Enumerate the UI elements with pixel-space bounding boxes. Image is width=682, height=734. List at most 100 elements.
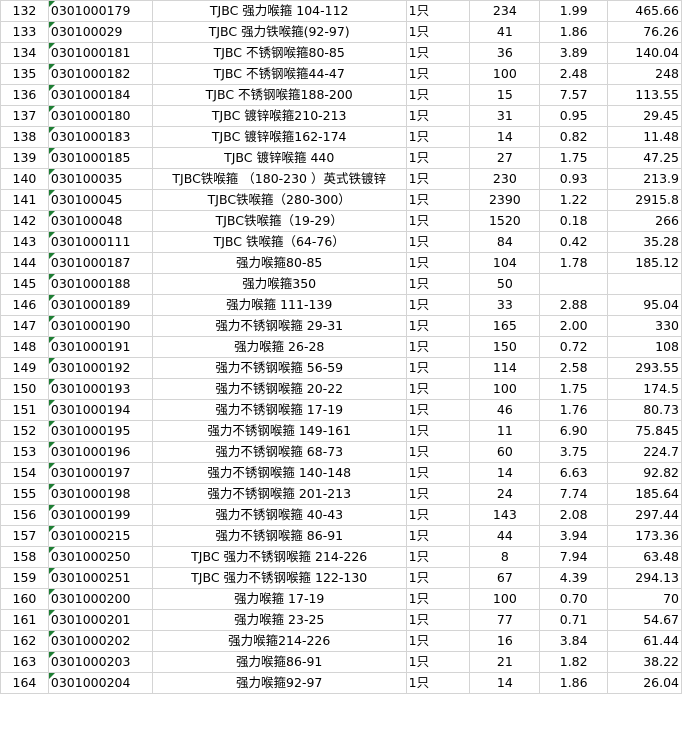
quantity-cell[interactable]: 14 (469, 126, 541, 148)
amount-cell[interactable]: 297.44 (607, 504, 682, 526)
item-name-cell[interactable]: TJBC 不锈钢喉箍44-47 (151, 63, 407, 85)
quantity-cell[interactable]: 31 (469, 105, 541, 127)
item-code-cell[interactable]: 0301000179 (47, 0, 153, 22)
quantity-cell[interactable]: 100 (469, 63, 541, 85)
amount-cell[interactable]: 61.44 (607, 630, 682, 652)
unit-price-cell[interactable]: 2.08 (539, 504, 609, 526)
unit-price-cell[interactable]: 3.89 (539, 42, 609, 64)
item-name-cell[interactable]: TJBC 强力不锈钢喉箍 214-226 (151, 546, 407, 568)
item-code-cell[interactable]: 0301000198 (47, 483, 153, 505)
unit-cell[interactable]: 1只 (405, 609, 471, 631)
row-number-cell[interactable]: 162 (0, 630, 49, 652)
unit-price-cell[interactable]: 1.99 (539, 0, 609, 22)
row-number-cell[interactable]: 133 (0, 21, 49, 43)
unit-cell[interactable]: 1只 (405, 483, 471, 505)
row-number-cell[interactable]: 150 (0, 378, 49, 400)
item-name-cell[interactable]: 强力不锈钢喉箍 40-43 (151, 504, 407, 526)
item-code-cell[interactable]: 0301000200 (47, 588, 153, 610)
unit-cell[interactable]: 1只 (405, 168, 471, 190)
item-name-cell[interactable]: 强力喉箍 23-25 (151, 609, 407, 631)
unit-price-cell[interactable]: 1.82 (539, 651, 609, 673)
row-number-cell[interactable]: 158 (0, 546, 49, 568)
amount-cell[interactable]: 11.48 (607, 126, 682, 148)
item-name-cell[interactable]: 强力不锈钢喉箍 56-59 (151, 357, 407, 379)
unit-price-cell[interactable]: 0.72 (539, 336, 609, 358)
item-code-cell[interactable]: 0301000250 (47, 546, 153, 568)
item-code-cell[interactable]: 0301000185 (47, 147, 153, 169)
amount-cell[interactable]: 29.45 (607, 105, 682, 127)
quantity-cell[interactable]: 77 (469, 609, 541, 631)
row-number-cell[interactable]: 139 (0, 147, 49, 169)
unit-cell[interactable]: 1只 (405, 378, 471, 400)
amount-cell[interactable]: 80.73 (607, 399, 682, 421)
item-code-cell[interactable]: 0301000195 (47, 420, 153, 442)
unit-price-cell[interactable]: 3.94 (539, 525, 609, 547)
row-number-cell[interactable]: 144 (0, 252, 49, 274)
item-name-cell[interactable]: TJBC 镀锌喉箍210-213 (151, 105, 407, 127)
quantity-cell[interactable]: 100 (469, 588, 541, 610)
item-code-cell[interactable]: 0301000193 (47, 378, 153, 400)
quantity-cell[interactable]: 165 (469, 315, 541, 337)
row-number-cell[interactable]: 155 (0, 483, 49, 505)
item-name-cell[interactable]: TJBC 铁喉箍（64-76） (151, 231, 407, 253)
item-code-cell[interactable]: 0301000189 (47, 294, 153, 316)
row-number-cell[interactable]: 137 (0, 105, 49, 127)
amount-cell[interactable]: 95.04 (607, 294, 682, 316)
unit-price-cell[interactable]: 1.86 (539, 672, 609, 694)
quantity-cell[interactable]: 100 (469, 378, 541, 400)
row-number-cell[interactable]: 159 (0, 567, 49, 589)
row-number-cell[interactable]: 163 (0, 651, 49, 673)
unit-price-cell[interactable]: 1.75 (539, 147, 609, 169)
unit-price-cell[interactable]: 2.58 (539, 357, 609, 379)
item-name-cell[interactable]: 强力喉箍80-85 (151, 252, 407, 274)
item-code-cell[interactable]: 030100035 (47, 168, 153, 190)
unit-cell[interactable]: 1只 (405, 420, 471, 442)
amount-cell[interactable]: 185.64 (607, 483, 682, 505)
quantity-cell[interactable]: 41 (469, 21, 541, 43)
unit-cell[interactable]: 1只 (405, 525, 471, 547)
quantity-cell[interactable]: 44 (469, 525, 541, 547)
unit-cell[interactable]: 1只 (405, 399, 471, 421)
unit-cell[interactable]: 1只 (405, 105, 471, 127)
amount-cell[interactable]: 465.66 (607, 0, 682, 22)
amount-cell[interactable]: 294.13 (607, 567, 682, 589)
unit-price-cell[interactable]: 1.76 (539, 399, 609, 421)
unit-price-cell[interactable]: 6.90 (539, 420, 609, 442)
quantity-cell[interactable]: 60 (469, 441, 541, 463)
row-number-cell[interactable]: 148 (0, 336, 49, 358)
amount-cell[interactable]: 266 (607, 210, 682, 232)
unit-cell[interactable]: 1只 (405, 126, 471, 148)
amount-cell[interactable]: 63.48 (607, 546, 682, 568)
unit-cell[interactable]: 1只 (405, 189, 471, 211)
amount-cell[interactable]: 35.28 (607, 231, 682, 253)
amount-cell[interactable]: 248 (607, 63, 682, 85)
item-name-cell[interactable]: 强力喉箍214-226 (151, 630, 407, 652)
amount-cell[interactable]: 224.7 (607, 441, 682, 463)
unit-price-cell[interactable]: 7.94 (539, 546, 609, 568)
item-name-cell[interactable]: 强力不锈钢喉箍 68-73 (151, 441, 407, 463)
unit-cell[interactable]: 1只 (405, 84, 471, 106)
item-name-cell[interactable]: 强力喉箍86-91 (151, 651, 407, 673)
quantity-cell[interactable]: 8 (469, 546, 541, 568)
unit-cell[interactable]: 1只 (405, 441, 471, 463)
unit-price-cell[interactable]: 4.39 (539, 567, 609, 589)
unit-cell[interactable]: 1只 (405, 336, 471, 358)
unit-price-cell[interactable]: 0.70 (539, 588, 609, 610)
item-code-cell[interactable]: 0301000184 (47, 84, 153, 106)
unit-cell[interactable]: 1只 (405, 273, 471, 295)
unit-cell[interactable]: 1只 (405, 210, 471, 232)
item-code-cell[interactable]: 0301000197 (47, 462, 153, 484)
unit-price-cell[interactable]: 0.95 (539, 105, 609, 127)
unit-price-cell[interactable]: 0.82 (539, 126, 609, 148)
item-name-cell[interactable]: 强力喉箍 111-139 (151, 294, 407, 316)
unit-price-cell[interactable]: 0.42 (539, 231, 609, 253)
item-name-cell[interactable]: TJBC 镀锌喉箍162-174 (151, 126, 407, 148)
quantity-cell[interactable]: 234 (469, 0, 541, 22)
amount-cell[interactable]: 2915.8 (607, 189, 682, 211)
row-number-cell[interactable]: 146 (0, 294, 49, 316)
item-code-cell[interactable]: 0301000203 (47, 651, 153, 673)
unit-price-cell[interactable]: 2.00 (539, 315, 609, 337)
unit-price-cell[interactable] (539, 273, 609, 295)
item-name-cell[interactable]: 强力不锈钢喉箍 149-161 (151, 420, 407, 442)
amount-cell[interactable]: 293.55 (607, 357, 682, 379)
